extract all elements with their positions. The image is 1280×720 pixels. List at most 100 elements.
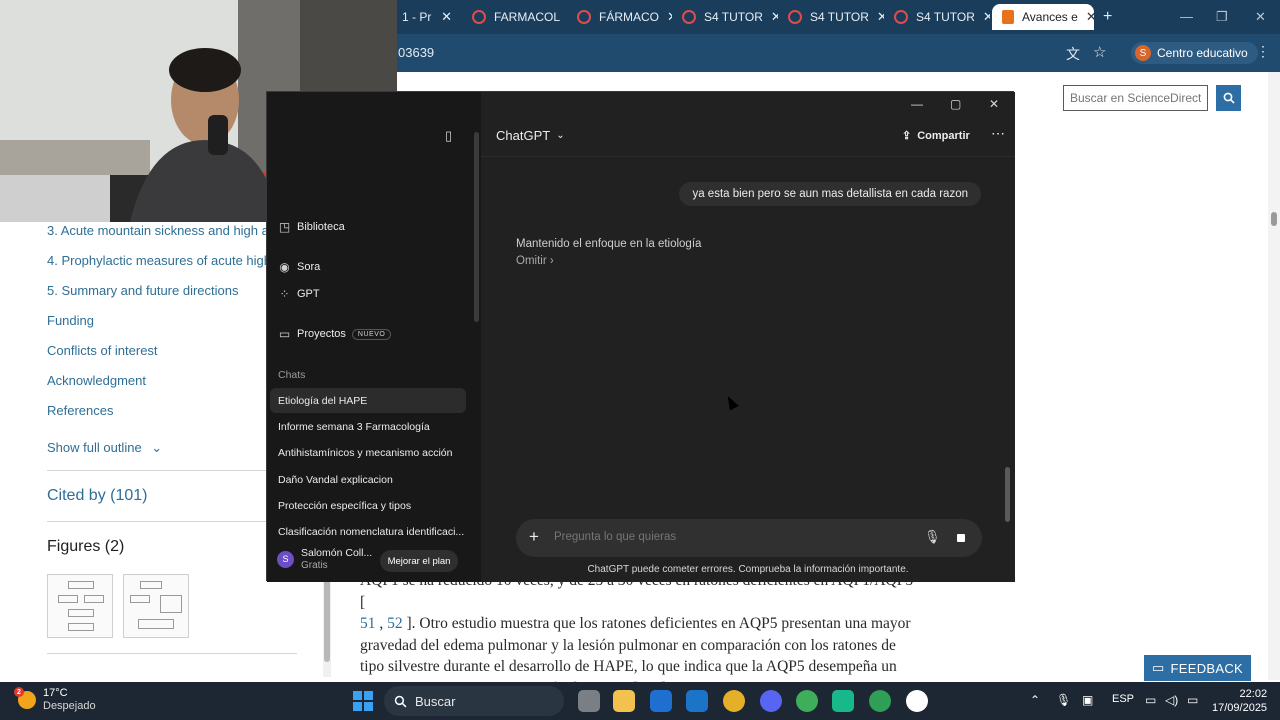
screen-share-icon[interactable]: ▣ [1082,693,1093,707]
user-account[interactable]: S Salomón Coll... Gratis [277,547,372,571]
network-icon[interactable]: ▭ [1145,693,1156,707]
outline-link[interactable]: References [47,403,113,418]
volume-icon[interactable]: ◁) [1165,693,1178,707]
close-icon[interactable]: ✕ [1086,9,1094,25]
visual-studio-code-icon[interactable] [650,690,672,712]
close-icon[interactable]: ✕ [877,9,884,25]
browser-tab-6[interactable]: S4 TUTOR ✕ [884,4,990,30]
restore-icon[interactable]: ❐ [1216,9,1228,25]
weather-desc: Despejado [43,700,96,712]
chrome-profile-2-icon[interactable] [869,690,891,712]
show-full-outline-button[interactable]: Show full outline ⌄ [47,440,162,456]
tab-favicon-icon [472,10,486,24]
minimize-icon[interactable]: — [911,97,923,111]
page-scrollbar[interactable] [1268,72,1280,680]
sidebar-item-gpt[interactable]: ⁘ GPT [278,287,319,301]
close-icon[interactable]: ✕ [983,9,990,25]
sidebar-item-biblioteca[interactable]: ◳ Biblioteca [278,220,345,234]
discord-icon[interactable] [760,690,782,712]
chat-scrollbar[interactable] [1005,467,1010,522]
chatgpt-app-icon[interactable] [906,690,928,712]
close-icon[interactable]: ✕ [441,9,452,25]
divider [47,653,297,654]
model-selector[interactable]: ChatGPT ⌄ [496,128,565,143]
outline-link[interactable]: 3. Acute mountain sickness and high al [47,223,272,238]
outline-link[interactable]: Funding [47,313,94,328]
profile-button[interactable]: S Centro educativo [1131,42,1258,64]
sidebar-scrollbar[interactable] [474,132,479,322]
sidebar-item-label: Proyectos [297,328,346,340]
user-message-bubble: ya esta bien pero se aun mas detallista … [679,182,981,206]
feedback-label: FEEDBACK [1170,660,1244,676]
menu-dots-icon[interactable]: ⋮ [1256,43,1270,60]
prompt-input[interactable] [554,531,904,543]
translate-icon[interactable]: 文 [1066,44,1080,64]
upgrade-plan-button[interactable]: Mejorar el plan [380,550,458,572]
divider [47,470,297,471]
more-options-icon[interactable]: ⋯ [991,125,1005,142]
chat-item[interactable]: Daño Vandal explicacion [270,467,466,492]
sidebar-item-label: Sora [297,261,321,273]
close-icon[interactable]: ✕ [771,9,778,25]
add-attachment-icon[interactable]: + [529,527,539,547]
maximize-icon[interactable]: ▢ [950,97,961,111]
weather-widget[interactable]: 2 17°C Despejado [14,687,96,713]
chrome-profile-icon[interactable] [796,690,818,712]
tab-label: FÁRMACO [599,10,659,24]
clock[interactable]: 22:02 17/09/2025 [1212,687,1267,715]
chat-item[interactable]: Protección específica y tipos [270,493,466,518]
microphone-icon[interactable]: 🎙 [924,529,941,545]
sidebar-item-proyectos[interactable]: ▭ Proyectos NUEVO [278,327,392,341]
share-icon: ⇪ [902,130,912,142]
chat-item-active[interactable]: Etiología del HAPE [270,388,466,413]
thinking-status: Mantenido el enfoque en la etiología [516,238,702,250]
bookmark-star-icon[interactable]: ☆ [1093,43,1106,61]
reference-link[interactable]: 51 [360,615,376,632]
sidebar-item-label: Biblioteca [297,221,345,233]
sidebar-toggle-icon[interactable]: ▯ [445,128,452,144]
stop-generation-button[interactable] [949,526,973,550]
chat-item[interactable]: Informe semana 3 Farmacología [270,414,466,439]
url-text[interactable]: 03639 [398,45,434,60]
sidebar-item-sora[interactable]: ◉ Sora [278,260,320,274]
search-button[interactable] [1216,85,1241,111]
show-outline-label: Show full outline [47,440,142,455]
file-explorer-icon[interactable] [613,690,635,712]
minimize-icon[interactable]: — [1180,9,1193,24]
outline-link[interactable]: 4. Prophylactic measures of acute high [47,253,271,268]
share-button[interactable]: ⇪ Compartir [902,129,970,143]
new-tab-button[interactable]: + [1103,8,1112,26]
cited-by-link[interactable]: Cited by (101) [47,487,148,505]
app-icon[interactable] [832,690,854,712]
figure-thumbnail-2[interactable] [123,574,189,638]
search-icon [1223,92,1235,104]
task-view-icon[interactable] [578,690,600,712]
reference-link[interactable]: 52 [387,615,403,632]
feedback-button[interactable]: ▭ FEEDBACK [1144,655,1251,681]
chat-item[interactable]: Clasificación nomenclatura identificaci.… [270,519,466,544]
start-button[interactable] [353,691,373,711]
browser-tab-2[interactable]: FARMACOL ✕ [462,4,567,30]
skip-button[interactable]: Omitir › [516,255,554,267]
outlook-icon[interactable] [686,690,708,712]
tray-chevron-up-icon[interactable]: ⌃ [1030,693,1040,707]
microphone-tray-icon[interactable]: 🎙 [1056,693,1071,707]
browser-tab-active[interactable]: Avances e ✕ [992,4,1094,30]
battery-icon[interactable]: ▭ [1187,693,1198,707]
browser-tab-5[interactable]: S4 TUTOR ✕ [778,4,884,30]
close-window-icon[interactable]: ✕ [1255,9,1266,25]
browser-tab-1[interactable]: 1 - Pr ✕ [392,4,462,30]
language-indicator[interactable]: ESP [1112,693,1134,705]
outline-link[interactable]: Acknowledgment [47,373,146,388]
chrome-icon[interactable] [723,690,745,712]
outline-link[interactable]: Conflicts of interest [47,343,158,358]
taskbar-search[interactable]: Buscar [384,686,564,716]
outline-link[interactable]: 5. Summary and future directions [47,283,238,298]
sciencedirect-search-input[interactable] [1063,85,1208,111]
browser-tab-4[interactable]: S4 TUTOR ✕ [672,4,778,30]
figure-thumbnail-1[interactable] [47,574,113,638]
divider [481,156,1015,157]
chat-item[interactable]: Antihistamínicos y mecanismo acción [270,440,466,465]
browser-tab-3[interactable]: FÁRMACO ✕ [567,4,672,30]
close-icon[interactable]: ✕ [989,97,999,111]
